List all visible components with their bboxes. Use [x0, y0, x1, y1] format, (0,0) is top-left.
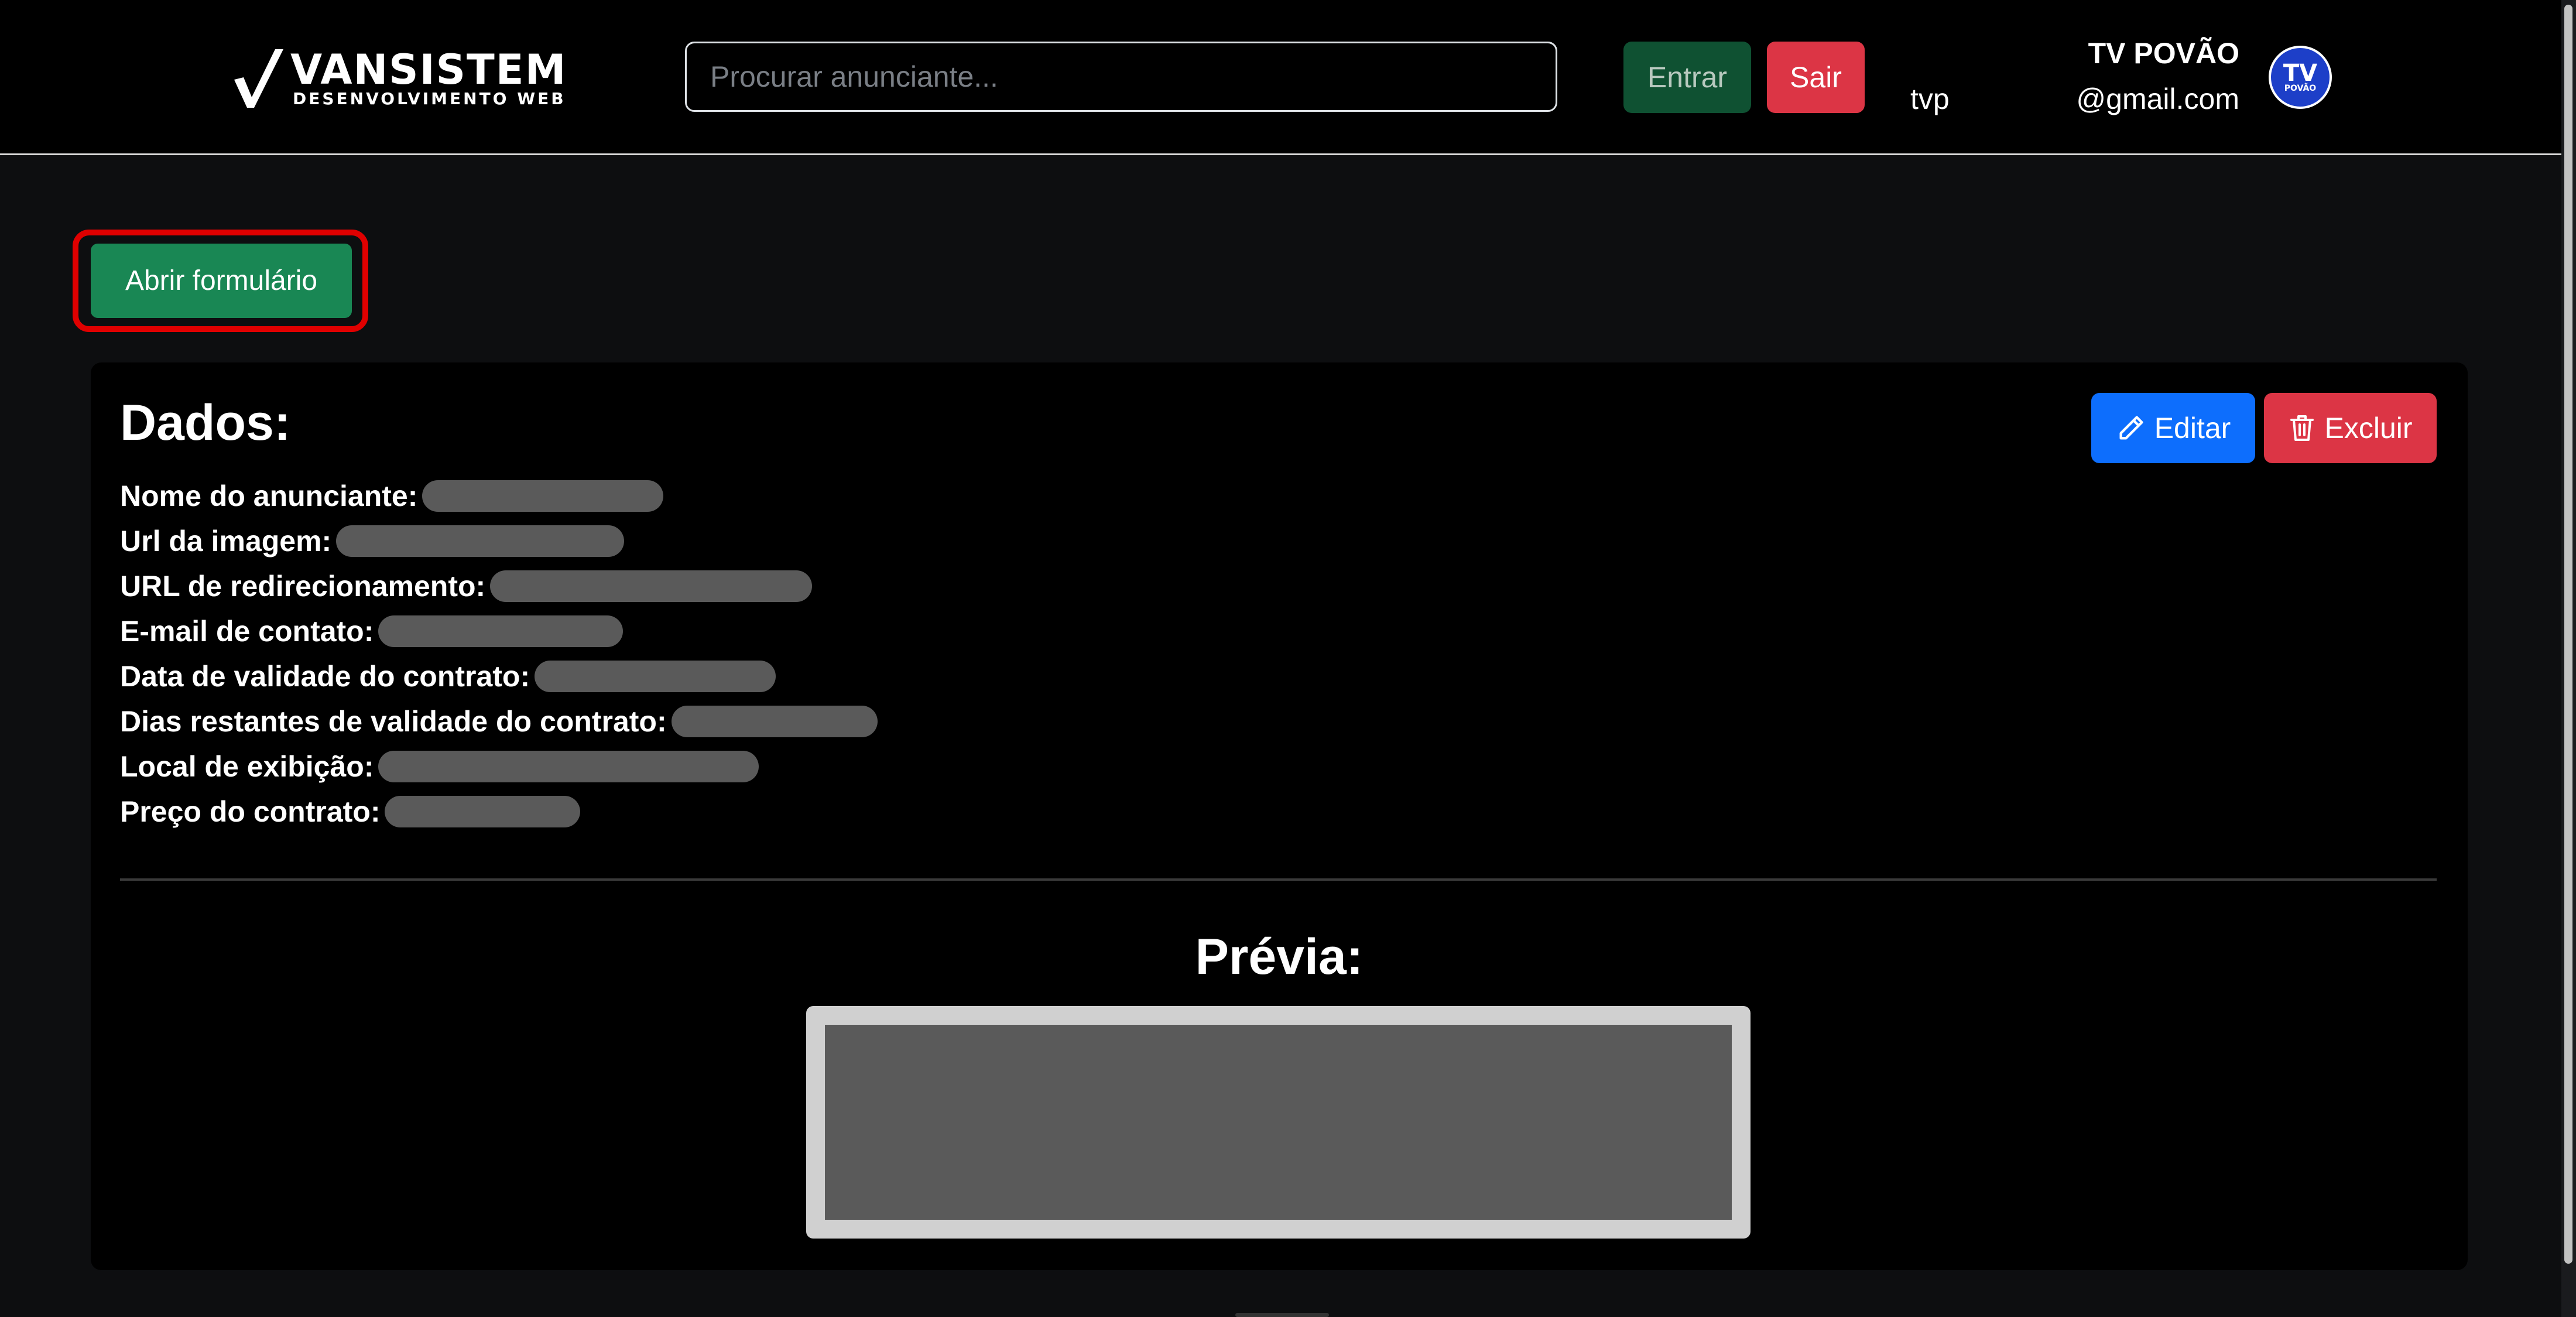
field-label: E-mail de contato:	[120, 614, 374, 648]
field-contract-days-remaining: Dias restantes de validade do contrato:	[120, 699, 878, 744]
field-display-location: Local de exibição:	[120, 744, 759, 789]
field-advertiser-name: Nome do anunciante:	[120, 473, 664, 518]
bottom-edge-handle	[1235, 1313, 1329, 1317]
page: VANSISTEM DESENVOLVIMENTO WEB Entrar Sai…	[0, 0, 2576, 1317]
field-label: Nome do anunciante:	[120, 479, 418, 512]
search-input[interactable]	[685, 42, 1557, 112]
pencil-icon	[2119, 416, 2143, 440]
open-form-button[interactable]: Abrir formulário	[91, 244, 352, 318]
redacted-value	[490, 570, 813, 602]
redacted-value	[671, 705, 878, 737]
user-handle: tvp	[1910, 83, 1950, 115]
preview-image	[806, 1006, 1751, 1239]
delete-button[interactable]: Excluir	[2264, 393, 2437, 463]
brand-logo[interactable]: VANSISTEM DESENVOLVIMENTO WEB	[234, 49, 603, 108]
field-label: Url da imagem:	[120, 524, 332, 557]
redacted-value	[422, 480, 664, 512]
preview-title: Prévia:	[1195, 929, 1364, 985]
redacted-value	[535, 660, 776, 692]
delete-button-label: Excluir	[2324, 412, 2413, 444]
brand-name: VANSISTEM	[290, 46, 567, 94]
field-label: Dias restantes de validade do contrato:	[120, 704, 667, 738]
redacted-value	[385, 795, 581, 827]
user-email: @gmail.com	[2076, 83, 2239, 115]
avatar-subtext: POVÃO	[2284, 84, 2317, 93]
field-image-url: Url da imagem:	[120, 518, 625, 563]
avatar[interactable]: TV POVÃO	[2269, 46, 2332, 109]
avatar-text: TV	[2283, 60, 2318, 87]
trash-icon	[2290, 415, 2314, 441]
vansistem-logo-mark-icon	[234, 49, 283, 108]
edit-button[interactable]: Editar	[2091, 393, 2255, 463]
field-label: Data de validade do contrato:	[120, 659, 530, 693]
login-button[interactable]: Entrar	[1623, 42, 1751, 113]
redacted-value	[336, 525, 625, 557]
scrollbar-thumb[interactable]	[2564, 5, 2572, 1264]
user-name: TV POVÃO	[2088, 37, 2239, 70]
section-divider	[120, 878, 2437, 881]
brand-tagline: DESENVOLVIMENTO WEB	[293, 89, 566, 108]
edit-button-label: Editar	[2154, 412, 2231, 444]
field-label: Preço do contrato:	[120, 795, 381, 828]
logout-button[interactable]: Sair	[1767, 42, 1865, 113]
field-contract-expiry-date: Data de validade do contrato:	[120, 654, 776, 699]
redacted-value	[378, 615, 624, 647]
field-label: Local de exibição:	[120, 750, 374, 783]
field-contact-email: E-mail de contato:	[120, 608, 624, 654]
top-navbar: VANSISTEM DESENVOLVIMENTO WEB Entrar Sai…	[0, 0, 2561, 155]
card-title: Dados:	[120, 395, 291, 451]
field-label: URL de redirecionamento:	[120, 569, 486, 603]
field-contract-price: Preço do contrato:	[120, 789, 581, 834]
field-redirect-url: URL de redirecionamento:	[120, 563, 813, 608]
redacted-value	[378, 750, 759, 782]
